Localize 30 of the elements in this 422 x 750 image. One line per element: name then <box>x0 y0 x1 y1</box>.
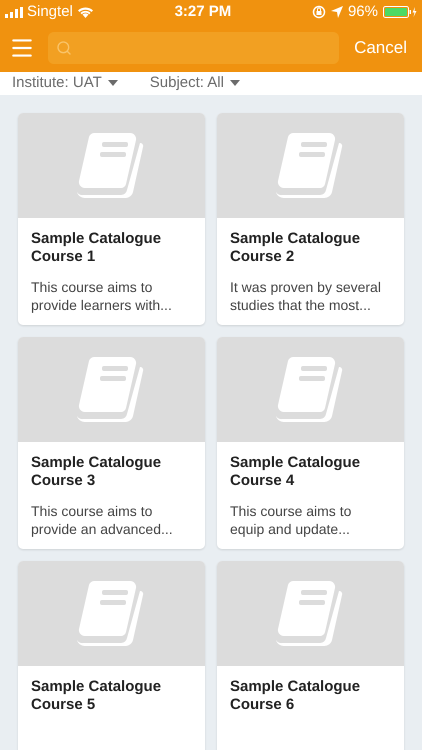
orientation-lock-icon <box>312 5 326 19</box>
course-card[interactable]: Sample Catalogue Course 6 <box>217 560 404 750</box>
course-card[interactable]: Sample Catalogue Course 5 <box>18 560 205 750</box>
filter-dropdown[interactable]: Subject: All <box>150 72 240 94</box>
course-description: It was proven by several studies that the most... <box>230 278 382 314</box>
course-title: Sample Catalogue Course 3 <box>31 454 162 490</box>
course-description: This course aims to provide learners with... <box>31 278 173 314</box>
course-card[interactable]: Sample Catalogue Course 2 It was proven by several studies that the most... <box>217 112 404 324</box>
location-icon <box>330 6 343 18</box>
course-title: Sample Catalogue Course 1 <box>31 230 162 266</box>
course-title: Sample Catalogue Course 2 <box>230 230 362 266</box>
course-title: Sample Catalogue Course 4 <box>230 454 362 490</box>
search-field[interactable] <box>48 32 340 64</box>
dropdown-arrow-icon <box>230 80 240 86</box>
signal-icon <box>5 6 23 18</box>
course-title: Sample Catalogue Course 5 <box>31 678 162 714</box>
carrier-name: Singtel <box>27 2 73 22</box>
course-description: This course aims to provide an advanced... <box>31 502 174 538</box>
status-time: 3:27 PM <box>174 2 232 22</box>
course-card[interactable]: Sample Catalogue Course 1 This course aims to provide learners with... <box>18 112 205 324</box>
course-card[interactable]: Sample Catalogue Course 3 This course aims to provide an advanced... <box>18 336 205 548</box>
course-card[interactable]: Sample Catalogue Course 4 This course aims to equip and update... <box>217 336 404 548</box>
course-title: Sample Catalogue Course 6 <box>230 678 362 714</box>
dropdown-arrow-icon <box>108 80 118 86</box>
battery-icon <box>382 6 417 18</box>
filter-dropdown[interactable]: Institute: UAT <box>12 72 118 94</box>
battery-percent: 96% <box>348 2 378 22</box>
wifi-icon <box>76 6 94 18</box>
search-icon <box>56 40 72 56</box>
course-description: This course aims to equip and update... <box>230 502 352 538</box>
